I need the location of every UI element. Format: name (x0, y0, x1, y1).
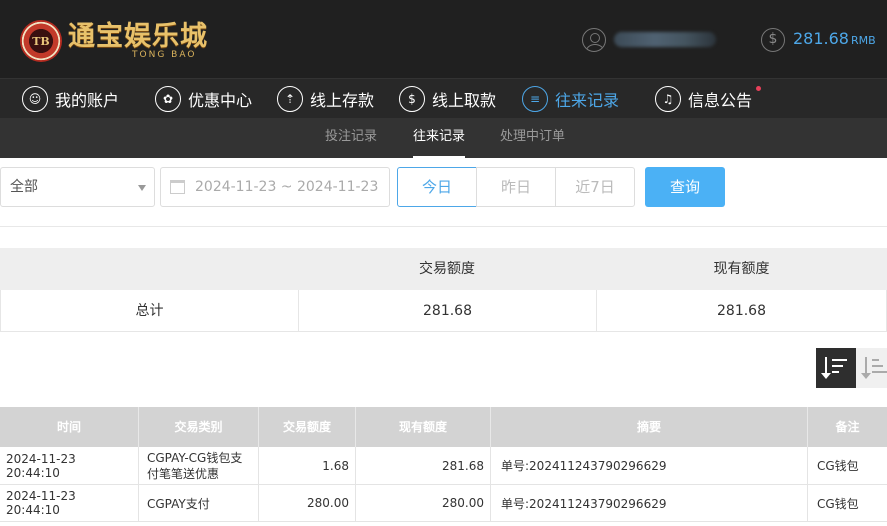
table-row: 2024-11-23 20:44:10 CGPAY-CG钱包支付笔笔送优惠 1.… (0, 447, 887, 485)
last-7-days-button[interactable]: 近7日 (555, 167, 635, 207)
row-summary: 单号:202411243790296629 (491, 447, 808, 484)
col-category: 交易类别 (139, 407, 259, 447)
nav-announcements[interactable]: ♫ 信息公告 (655, 83, 762, 115)
nav-label: 线上存款 (310, 91, 375, 110)
caret-down-icon (138, 185, 146, 191)
type-select-value: 全部 (10, 179, 38, 195)
date-range-input[interactable]: 2024-11-23 ~ 2024-11-23 (160, 167, 390, 207)
nav-label: 信息公告 (688, 91, 753, 110)
row-summary: 单号:202411243790296629 (491, 485, 808, 521)
main-nav: ☺ 我的账户 ✿ 优惠中心 ⇡ 线上存款 $ 线上取款 ≡ 往来记录 ♫ 信息公… (0, 78, 887, 118)
summary-header-trade: 交易额度 (419, 261, 475, 277)
balance-currency: RMB (850, 34, 876, 47)
today-button[interactable]: 今日 (397, 167, 477, 207)
tab-transaction-records[interactable]: 往来记录 (413, 118, 466, 158)
withdraw-icon: $ (399, 86, 425, 112)
col-remark: 备注 (835, 420, 860, 434)
nav-label: 我的账户 (55, 91, 120, 110)
row-time: 2024-11-23 20:44:10 (0, 447, 139, 484)
deposit-icon: ⇡ (277, 86, 303, 112)
top-header: TB 通宝娱乐城 TONG BAO $ 281.68 RMB (0, 0, 887, 78)
gift-icon: ✿ (155, 86, 181, 112)
row-category: CGPAY支付 (139, 485, 259, 521)
nav-online-deposit[interactable]: ⇡ 线上存款 (277, 83, 374, 115)
summary-total-row: 总计 281.68 281.68 (0, 290, 887, 332)
sub-nav: 投注记录 往来记录 处理中订单 (0, 118, 887, 158)
type-select[interactable]: 全部 (0, 167, 155, 207)
nav-label: 往来记录 (555, 91, 620, 110)
summary-trade-amount: 281.68 (298, 290, 596, 332)
nav-transaction-records[interactable]: ≡ 往来记录 (522, 83, 619, 115)
row-balance: 280.00 (356, 485, 491, 521)
nav-online-withdraw[interactable]: $ 线上取款 (399, 83, 496, 115)
summary-total-label: 总计 (0, 290, 298, 332)
search-button[interactable]: 查询 (645, 167, 725, 207)
col-amount: 交易额度 (259, 407, 356, 447)
divider (0, 226, 887, 227)
records-icon: ≡ (522, 86, 548, 112)
row-balance: 281.68 (356, 447, 491, 484)
yesterday-button[interactable]: 昨日 (476, 167, 556, 207)
logo-chip-text: TB (32, 34, 50, 48)
sort-desc-button[interactable] (816, 348, 856, 388)
row-remark: CG钱包 (817, 459, 859, 473)
summary-header: 交易额度 现有额度 (0, 248, 887, 290)
row-remark: CG钱包 (817, 496, 859, 511)
row-time: 2024-11-23 20:44:10 (0, 485, 139, 521)
balance-amount: 281.68 (793, 29, 849, 48)
tab-pending-orders[interactable]: 处理中订单 (500, 118, 565, 158)
summary-header-current: 现有额度 (713, 261, 770, 277)
nav-my-account[interactable]: ☺ 我的账户 (22, 83, 119, 115)
brand-logo[interactable]: TB 通宝娱乐城 TONG BAO (20, 20, 208, 62)
calendar-icon (170, 180, 185, 194)
username-redacted (614, 32, 716, 47)
sort-desc-icon (821, 357, 849, 379)
nav-label: 优惠中心 (188, 91, 253, 110)
brand-name-en: TONG BAO (132, 50, 197, 60)
nav-label: 线上取款 (432, 91, 497, 110)
notification-dot (756, 86, 762, 91)
logo-chip-icon: TB (20, 20, 62, 62)
dollar-coin-icon: $ (761, 28, 785, 52)
nav-promotions[interactable]: ✿ 优惠中心 (155, 83, 252, 115)
balance-display: 281.68 RMB (793, 29, 876, 48)
row-amount: 280.00 (259, 485, 356, 521)
col-summary: 摘要 (491, 407, 808, 447)
brand-name: 通宝娱乐城 (68, 21, 208, 52)
tab-bet-records[interactable]: 投注记录 (325, 118, 377, 158)
col-balance: 现有额度 (356, 407, 491, 447)
col-time: 时间 (0, 407, 139, 447)
date-range-value: 2024-11-23 ~ 2024-11-23 (195, 179, 379, 195)
row-category: CGPAY-CG钱包支付笔笔送优惠 (139, 447, 259, 484)
table-row: 2024-11-23 20:44:10 CGPAY支付 280.00 280.0… (0, 485, 887, 522)
sort-asc-button[interactable] (856, 348, 887, 388)
user-avatar-icon[interactable] (582, 28, 606, 52)
sort-asc-icon (861, 357, 887, 379)
summary-current-amount: 281.68 (596, 290, 887, 332)
user-icon: ☺ (22, 86, 48, 112)
row-amount: 1.68 (259, 447, 356, 484)
summary-header-blank (0, 248, 298, 290)
bell-icon: ♫ (655, 86, 681, 112)
records-header: 时间 交易类别 交易额度 现有额度 摘要 备注 (0, 407, 887, 447)
